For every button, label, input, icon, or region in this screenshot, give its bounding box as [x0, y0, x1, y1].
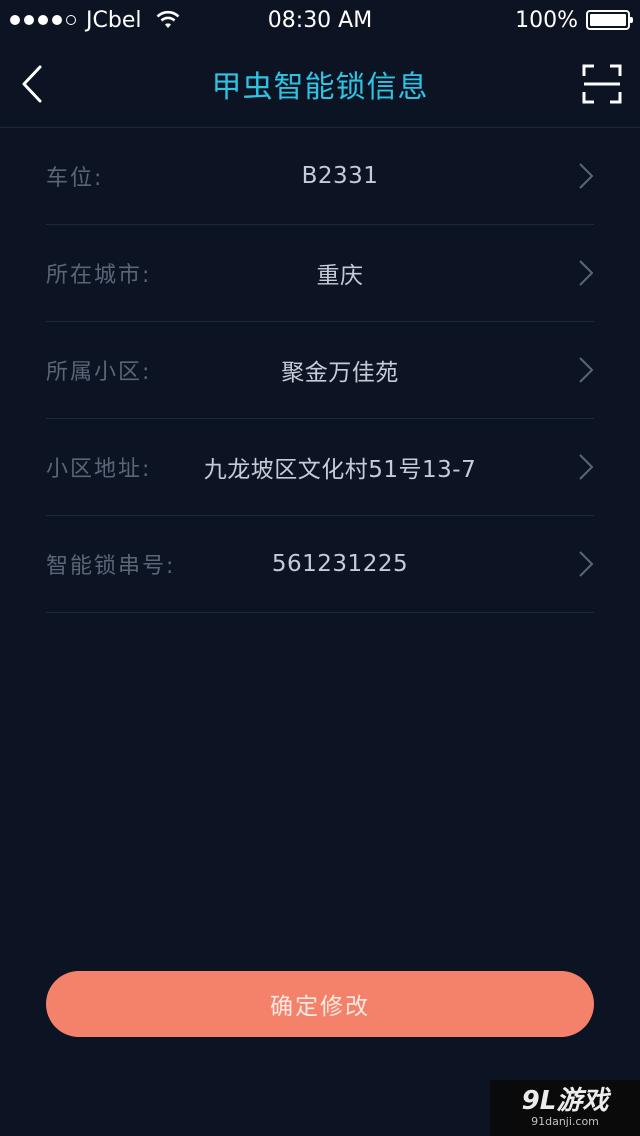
info-row-address[interactable]: 小区地址: 九龙坡区文化村51号13-7	[46, 419, 594, 516]
watermark-main: 9L游戏	[521, 1086, 609, 1116]
confirm-edit-button[interactable]: 确定修改	[46, 971, 594, 1037]
chevron-right-icon	[579, 551, 594, 577]
info-list: 车位: B2331 所在城市: 重庆 所属小区: 聚金万佳苑 小区地址: 九龙坡…	[46, 128, 594, 613]
info-row-community[interactable]: 所属小区: 聚金万佳苑	[46, 322, 594, 419]
info-row-parking-space[interactable]: 车位: B2331	[46, 128, 594, 225]
status-right: 100%	[515, 0, 633, 40]
row-value: 九龙坡区文化村51号13-7	[203, 457, 477, 483]
battery-fill	[590, 14, 626, 26]
chevron-right-icon	[579, 163, 594, 189]
battery-icon	[586, 10, 633, 30]
nav-bar: 甲虫智能锁信息	[0, 40, 640, 128]
page-title: 甲虫智能锁信息	[211, 70, 429, 105]
row-label: 车位:	[46, 166, 104, 191]
row-value: 561231225	[271, 551, 409, 577]
chevron-right-icon	[579, 260, 594, 286]
chevron-right-icon	[579, 357, 594, 383]
row-value: 聚金万佳苑	[281, 360, 399, 386]
chevron-right-icon	[579, 454, 594, 480]
info-row-city[interactable]: 所在城市: 重庆	[46, 225, 594, 322]
row-value: B2331	[301, 163, 379, 189]
status-bar: JCbel 08:30 AM 100%	[0, 0, 640, 40]
watermark-sub: 91danji.com	[531, 1115, 599, 1128]
battery-percentage: 100%	[515, 7, 578, 33]
row-value: 重庆	[316, 263, 364, 289]
watermark-logo: 9L游戏 91danji.com	[490, 1080, 640, 1136]
info-row-lock-serial[interactable]: 智能锁串号: 561231225	[46, 516, 594, 613]
scan-icon[interactable]	[582, 64, 622, 104]
